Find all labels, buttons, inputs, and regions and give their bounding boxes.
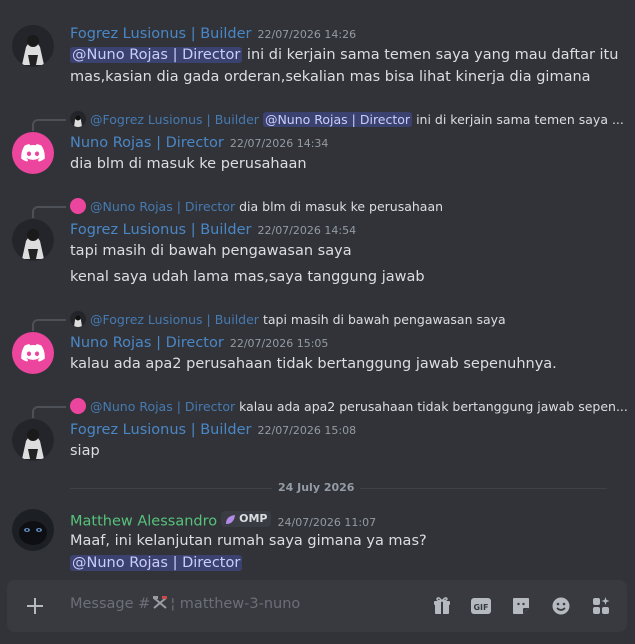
- author-name[interactable]: Matthew Alessandro: [70, 514, 217, 530]
- message-text: tapi masih di bawah pengawasan saya: [70, 243, 352, 259]
- reply-spine: [32, 206, 66, 218]
- reply-text: kalau ada apa2 perusahaan tidak bertangg…: [239, 398, 628, 414]
- reply-preview[interactable]: @Nuno Rojas | Director kalau ada apa2 pe…: [70, 398, 628, 414]
- message-text: siap: [70, 443, 100, 459]
- reply-author[interactable]: @Nuno Rojas | Director: [90, 399, 235, 414]
- timestamp: 24/07/2026 11:07: [277, 515, 377, 529]
- gif-button[interactable]: GIF: [469, 594, 493, 618]
- sticker-icon: [513, 598, 529, 614]
- emoji-button[interactable]: [549, 594, 573, 618]
- reply-preview[interactable]: @Fogrez Lusionus | Builder @Nuno Rojas |…: [70, 111, 624, 127]
- reply-text: dia blm di masuk ke perusahaan: [239, 198, 444, 214]
- avatar[interactable]: [12, 332, 54, 374]
- reply-text: ini di kerjain sama temen saya ...: [416, 111, 624, 127]
- apps-icon: [593, 597, 610, 614]
- discord-logo-icon: [21, 344, 45, 362]
- message-text: mas,kasian dia gada orderan,sekalian mas…: [70, 69, 591, 85]
- apps-button[interactable]: [589, 594, 613, 618]
- avatar[interactable]: [12, 132, 54, 174]
- message-text: kalau ada apa2 perusahaan tidak bertangg…: [70, 356, 557, 372]
- hammer-pick-icon: [153, 596, 168, 609]
- message-input[interactable]: Message # ¦ matthew-3-nuno: [70, 596, 300, 612]
- reply-spine: [32, 406, 66, 418]
- reply-avatar: [70, 111, 86, 127]
- author-name[interactable]: Fogrez Lusionus | Builder: [70, 422, 251, 438]
- user-mention[interactable]: @Nuno Rojas | Director: [70, 47, 243, 63]
- timestamp: 22/07/2026 14:34: [229, 137, 329, 150]
- message-list: Fogrez Lusionus | Builder 22/07/2026 14:2…: [0, 0, 635, 580]
- gift-button[interactable]: [430, 594, 454, 618]
- discord-logo-icon: [21, 144, 45, 162]
- role-badge[interactable]: OMP: [221, 511, 272, 527]
- plus-icon: [27, 598, 43, 614]
- leaf-icon: [226, 514, 236, 524]
- reply-avatar: [70, 311, 86, 327]
- timestamp: 22/07/2026 14:54: [257, 224, 357, 237]
- reply-spine: [32, 119, 66, 131]
- message-text: dia blm di masuk ke perusahaan: [70, 156, 307, 172]
- timestamp: 22/07/2026 15:08: [257, 424, 357, 437]
- reply-author[interactable]: @Fogrez Lusionus | Builder: [90, 312, 259, 327]
- reply-preview[interactable]: @Fogrez Lusionus | Builder tapi masih di…: [70, 311, 506, 327]
- user-mention[interactable]: @Nuno Rojas | Director: [70, 555, 243, 571]
- gift-icon: [434, 597, 450, 614]
- author-name[interactable]: Fogrez Lusionus | Builder: [70, 26, 251, 42]
- avatar[interactable]: [12, 25, 54, 67]
- emoji-icon: [552, 597, 570, 615]
- author-name[interactable]: Nuno Rojas | Director: [70, 135, 224, 151]
- message-text: kenal saya udah lama mas,saya tanggung j…: [70, 269, 425, 285]
- svg-text:GIF: GIF: [473, 603, 488, 612]
- message-composer[interactable]: Message # ¦ matthew-3-nuno GIF: [7, 580, 627, 632]
- message-text: ini di kerjain sama temen saya yang mau …: [242, 47, 619, 63]
- message-content: @Nuno Rojas | Director: [70, 552, 243, 574]
- reply-mention: @Nuno Rojas | Director: [262, 111, 413, 127]
- reply-text: tapi masih di bawah pengawasan saya: [262, 311, 506, 327]
- reply-author[interactable]: @Nuno Rojas | Director: [90, 199, 235, 214]
- avatar[interactable]: [12, 509, 54, 551]
- author-name[interactable]: Nuno Rojas | Director: [70, 335, 224, 351]
- reply-avatar: [70, 398, 86, 414]
- sticker-button[interactable]: [509, 594, 533, 618]
- reply-avatar: [70, 198, 86, 214]
- message-text: Maaf, ini kelanjutan rumah saya gimana y…: [70, 533, 427, 549]
- avatar[interactable]: [12, 219, 54, 261]
- gif-icon: GIF: [471, 598, 491, 614]
- message-content: @Nuno Rojas | Director ini di kerjain sa…: [70, 44, 618, 66]
- avatar[interactable]: [12, 419, 54, 461]
- timestamp: 22/07/2026 15:05: [229, 337, 329, 350]
- reply-author[interactable]: @Fogrez Lusionus | Builder: [90, 112, 259, 127]
- timestamp: 22/07/2026 14:26: [257, 28, 357, 41]
- attach-button[interactable]: [23, 594, 47, 618]
- reply-spine: [32, 319, 66, 331]
- author-name[interactable]: Fogrez Lusionus | Builder: [70, 222, 251, 238]
- date-divider-label: 24 July 2026: [272, 481, 361, 494]
- reply-preview[interactable]: @Nuno Rojas | Director dia blm di masuk …: [70, 198, 443, 214]
